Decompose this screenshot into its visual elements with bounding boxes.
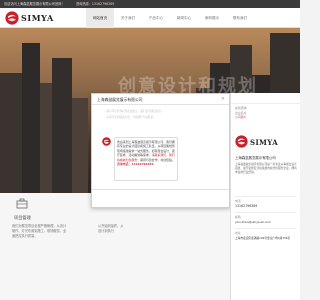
- project-description: 我们对展览项目全程严格管理，从设计制作、灯光布置到施工、现场服务，全面把控执行质…: [12, 224, 67, 238]
- welcome-text: 欢迎访问上海森滋展览展示有限公司官网！: [4, 2, 65, 6]
- nav-item-home[interactable]: 网站首页: [86, 8, 114, 28]
- email-value[interactable]: yixu.zhan@simya-sh.com: [235, 220, 271, 224]
- chat-dialog-title: 上海森滋展览展示有限公司: [92, 94, 229, 105]
- hotline-text: 咨询热线：13162796369: [76, 2, 115, 6]
- nav-item-products[interactable]: 产品中心: [142, 8, 170, 28]
- address-label: 地址: [235, 231, 241, 235]
- tab-consult[interactable]: 在线咨询: [235, 106, 247, 111]
- building: [22, 43, 40, 193]
- phone-label: 电话: [235, 199, 241, 203]
- nav-item-about[interactable]: 关于我们: [114, 8, 142, 28]
- building: [40, 83, 52, 193]
- system-note: ...我公司平台你好您在此留言，我们会尽快回复您: [104, 110, 161, 113]
- phone-value[interactable]: 13162796369: [235, 204, 257, 208]
- nav-item-contact[interactable]: 联系我们: [226, 8, 254, 28]
- logo-icon: [235, 135, 248, 148]
- logo-icon[interactable]: [5, 11, 19, 25]
- agent-avatar-icon: [102, 137, 111, 146]
- project-icon: [16, 198, 28, 209]
- building: [52, 58, 72, 193]
- divider: [235, 196, 297, 197]
- nav-item-cases[interactable]: 案例展示: [198, 8, 226, 28]
- divider: [235, 228, 297, 229]
- side-company-name: 上海森滋展览展示有限公司: [235, 156, 276, 160]
- divider: [235, 212, 297, 213]
- side-panel-tabs: 在线咨询 企业名片 公司简介: [235, 106, 247, 120]
- page: 欢迎访问上海森滋展览展示有限公司官网！ 咨询热线：13162796369 SIM…: [0, 0, 300, 300]
- nav-item-news[interactable]: 新闻中心: [170, 8, 198, 28]
- chat-dialog: 上海森滋展览展示有限公司 × ...我公司平台你好您在此留言，我们会尽快回复您 …: [91, 93, 230, 208]
- top-bar: 欢迎访问上海森滋展览展示有限公司官网！ 咨询热线：13162796369: [0, 0, 300, 8]
- header: SIMYA 网站首页 关于我们 产品中心 新闻中心 案例展示 联系我们: [0, 8, 300, 28]
- side-panel-header: [231, 93, 300, 104]
- building: [0, 73, 22, 193]
- consult-phone[interactable]: 咨询电话：13162796369: [117, 162, 154, 166]
- brand-name[interactable]: SIMYA: [21, 13, 54, 23]
- building: [72, 98, 88, 193]
- contact-side-panel: 在线咨询 企业名片 公司简介 SIMYA 上海森滋展览展示有限公司 上海森滋展览…: [230, 93, 300, 300]
- side-brand-name: SIMYA: [250, 138, 279, 147]
- message-bubble: 欢迎来到上海森滋展览展示有限公司，我们拥有专业的设计团队和施工队伍，从项目策划到…: [114, 137, 178, 181]
- message-input[interactable]: [92, 189, 229, 207]
- system-note: ...可填写您的联系方式，方便我们与您联系: [104, 116, 154, 119]
- project-title: 项目管理: [14, 215, 31, 220]
- email-label: 邮箱: [235, 215, 241, 219]
- side-company-desc: 上海森滋展览展示有限公司是一家专业从事展台设计搭建、展厅装修及活动策划的综合性服…: [235, 162, 297, 175]
- tab-intro[interactable]: 公司简介: [235, 115, 247, 120]
- project-description-right: 从开始到最终，从设计到执行: [98, 224, 124, 233]
- main-nav: 网站首页 关于我们 产品中心 新闻中心 案例展示 联系我们: [86, 8, 254, 28]
- close-icon[interactable]: ×: [221, 96, 225, 102]
- address-value: 上海市嘉定区嘉涌路199号金龙广场C座706室: [235, 236, 291, 240]
